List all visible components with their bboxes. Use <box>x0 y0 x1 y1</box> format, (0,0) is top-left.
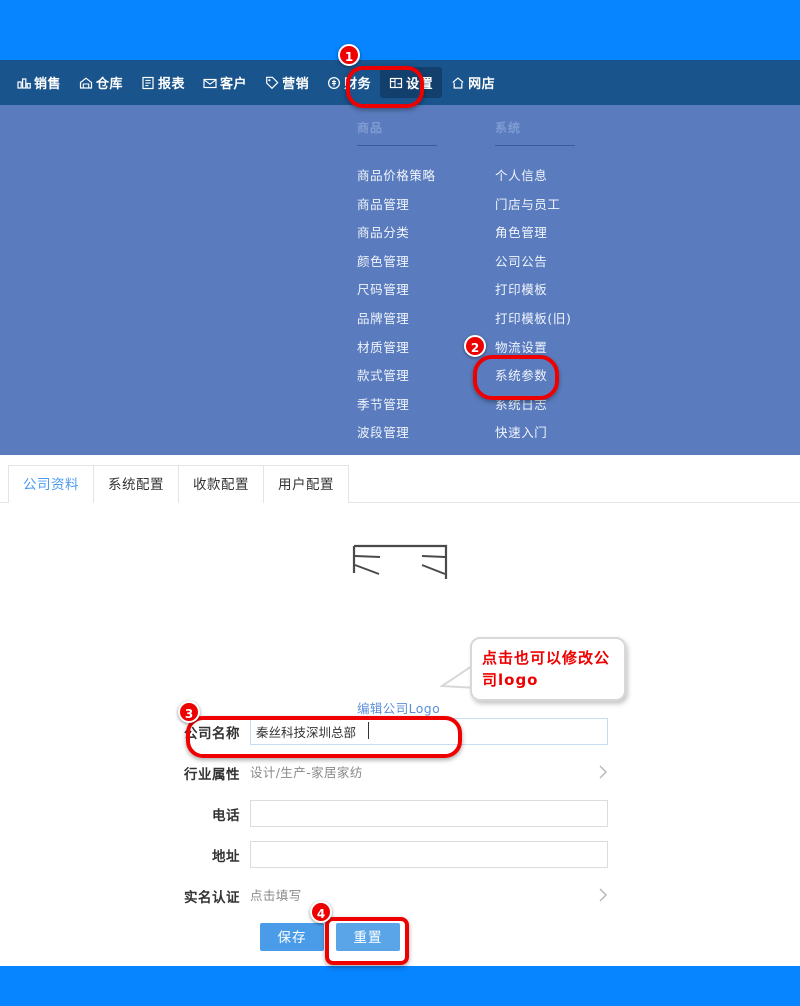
menu-item-company-announcement[interactable]: 公司公告 <box>495 248 630 277</box>
form-row-real-name-auth: 实名认证 点击填写 <box>0 882 800 909</box>
menu-item-goods-category[interactable]: 商品分类 <box>357 219 492 248</box>
nav-item-customer[interactable]: 客户 <box>194 67 256 98</box>
divider <box>357 145 437 146</box>
annotation-marker-1: 1 <box>338 44 360 66</box>
top-blue-band <box>0 0 800 60</box>
marketing-tag-icon <box>265 76 279 90</box>
nav-item-online-shop[interactable]: 网店 <box>442 67 504 98</box>
menu-item-personal-info[interactable]: 个人信息 <box>495 162 630 191</box>
chevron-right-icon <box>597 886 609 904</box>
nav-item-warehouse[interactable]: 仓库 <box>70 67 132 98</box>
nav-label: 报表 <box>158 77 186 92</box>
nav-item-sales[interactable]: 销售 <box>8 67 70 98</box>
dropdown-column-goods: 商品 商品价格策略 商品管理 商品分类 颜色管理 尺码管理 品牌管理 材质管理 … <box>357 119 492 448</box>
annotation-ring-system-parameters <box>473 355 559 400</box>
dropdown-column-header: 系统 <box>495 121 522 135</box>
nav-label: 客户 <box>220 77 248 92</box>
field-label: 实名认证 <box>184 889 240 906</box>
menu-item-goods-management[interactable]: 商品管理 <box>357 191 492 220</box>
callout-text: 点击也可以修改公司logo <box>482 649 611 689</box>
form-row-address: 地址 <box>0 841 800 868</box>
field-label: 电话 <box>212 807 240 824</box>
online-shop-home-icon <box>451 76 465 90</box>
menu-item-style-management[interactable]: 款式管理 <box>357 362 492 391</box>
tab-company-profile[interactable]: 公司资料 <box>8 465 94 503</box>
settings-tabbar: 公司资料 系统配置 收款配置 用户配置 <box>0 465 800 503</box>
industry-value: 设计/生产-家居家纺 <box>250 765 363 780</box>
company-logo-placeholder[interactable] <box>352 543 448 581</box>
nav-item-report[interactable]: 报表 <box>132 67 194 98</box>
tab-system-config[interactable]: 系统配置 <box>93 465 179 503</box>
real-name-auth-field-wrap[interactable]: 点击填写 <box>250 882 608 909</box>
nav-label: 营销 <box>282 77 310 92</box>
form-row-industry: 行业属性 设计/生产-家居家纺 <box>0 759 800 786</box>
nav-label: 仓库 <box>96 77 124 92</box>
menu-item-role-management[interactable]: 角色管理 <box>495 219 630 248</box>
finance-icon <box>327 76 341 90</box>
industry-field-wrap[interactable]: 设计/生产-家居家纺 <box>250 759 608 786</box>
menu-item-wave-management[interactable]: 波段管理 <box>357 419 492 448</box>
menu-item-stores-and-staff[interactable]: 门店与员工 <box>495 191 630 220</box>
settings-dropdown-panel: 商品 商品价格策略 商品管理 商品分类 颜色管理 尺码管理 品牌管理 材质管理 … <box>0 105 800 455</box>
annotation-ring-settings <box>346 66 424 108</box>
tab-user-config[interactable]: 用户配置 <box>263 465 349 503</box>
form-row-phone: 电话 <box>0 800 800 827</box>
phone-input[interactable] <box>250 800 608 827</box>
menu-item-goods-price-policy[interactable]: 商品价格策略 <box>357 162 492 191</box>
chevron-right-icon <box>597 763 609 781</box>
address-input[interactable] <box>250 841 608 868</box>
annotation-ring-save <box>325 917 409 965</box>
phone-field-wrap <box>250 800 608 827</box>
sales-icon <box>17 76 31 90</box>
edit-company-logo-link[interactable]: 编辑公司Logo <box>357 698 440 717</box>
field-label: 行业属性 <box>184 766 240 783</box>
tab-payment-config[interactable]: 收款配置 <box>178 465 264 503</box>
nav-label: 网店 <box>468 77 496 92</box>
annotation-marker-2: 2 <box>464 335 486 357</box>
menu-item-color-management[interactable]: 颜色管理 <box>357 248 492 277</box>
nav-item-marketing[interactable]: 营销 <box>256 67 318 98</box>
nav-label: 销售 <box>34 77 62 92</box>
menu-item-quick-start[interactable]: 快速入门 <box>495 419 630 448</box>
menu-item-print-template[interactable]: 打印模板 <box>495 276 630 305</box>
menu-item-brand-management[interactable]: 品牌管理 <box>357 305 492 334</box>
annotation-marker-3: 3 <box>178 701 200 723</box>
annotation-marker-4: 4 <box>310 901 332 923</box>
menu-item-size-management[interactable]: 尺码管理 <box>357 276 492 305</box>
address-field-wrap <box>250 841 608 868</box>
annotation-ring-company-name <box>186 716 462 758</box>
save-button[interactable]: 保存 <box>260 923 324 951</box>
field-label: 地址 <box>212 848 240 865</box>
dropdown-column-header: 商品 <box>357 121 384 135</box>
customer-icon <box>203 76 217 90</box>
logo-hint-callout: 点击也可以修改公司logo <box>470 637 626 701</box>
menu-item-print-template-old[interactable]: 打印模板(旧) <box>495 305 630 334</box>
real-name-auth-value: 点击填写 <box>250 888 302 903</box>
report-icon <box>141 76 155 90</box>
bottom-blue-band <box>0 966 800 1006</box>
menu-item-season-management[interactable]: 季节管理 <box>357 391 492 420</box>
divider <box>495 145 575 146</box>
warehouse-icon <box>79 76 93 90</box>
